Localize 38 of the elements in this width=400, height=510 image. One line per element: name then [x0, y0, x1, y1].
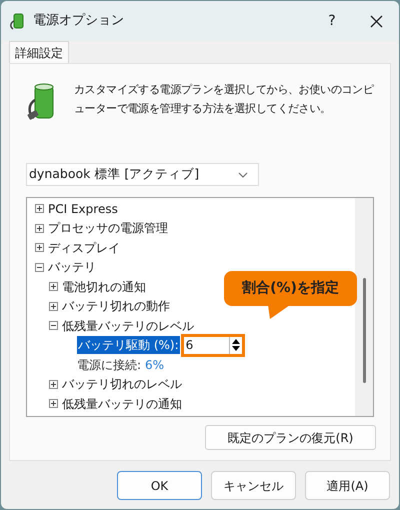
help-button[interactable]: ? [310, 10, 354, 32]
tree-item[interactable]: ディスプレイ [48, 238, 120, 257]
restore-defaults-button[interactable]: 既定のプランの復元(R) [205, 425, 376, 450]
tree-item[interactable]: バッテリ切れの動作 [62, 297, 170, 316]
collapse-icon[interactable] [49, 321, 58, 330]
expand-icon[interactable] [35, 204, 44, 214]
spin-down-icon[interactable] [232, 346, 240, 352]
expand-icon[interactable] [35, 243, 44, 252]
expand-icon[interactable] [49, 302, 58, 311]
tree-item[interactable]: バッテリ [48, 258, 96, 276]
tab[interactable]: 詳細設定 [9, 41, 69, 63]
dialog-button[interactable]: OK [117, 471, 202, 500]
plan-dropdown[interactable]: dynabook 標準 [アクティブ] [26, 163, 259, 186]
scrollbar[interactable] [355, 198, 373, 416]
spin-up-icon[interactable] [232, 339, 240, 344]
setting-label: 電源に接続: [77, 356, 142, 374]
expand-icon[interactable] [49, 380, 58, 389]
dialog-button[interactable]: 適用(A) [305, 471, 390, 500]
expand-icon[interactable] [49, 399, 58, 408]
collapse-icon[interactable] [35, 262, 44, 272]
tree-item[interactable]: 低残量バッテリの通知 [62, 394, 182, 413]
dialog-button[interactable]: キャンセル [211, 471, 296, 500]
scrollbar-thumb[interactable] [362, 278, 366, 383]
close-icon[interactable] [370, 14, 383, 28]
window-title: 電源オプション [33, 12, 124, 30]
callout-tail [268, 305, 290, 319]
expand-icon[interactable] [35, 224, 44, 233]
setting-label[interactable]: バッテリ駆動 (%): [77, 336, 180, 354]
spin-field[interactable]: 6 [180, 334, 245, 357]
tree-item[interactable]: プロセッサの電源管理 [48, 219, 168, 238]
tree-item[interactable]: PCI Express [48, 200, 118, 218]
tree-item[interactable]: 電池切れの通知 [62, 278, 146, 296]
description-text: カスタマイズする電源プランを選択してから、お使いのコンピューターで電源を管理する方法を選択してください。 [74, 82, 374, 117]
expand-icon[interactable] [49, 282, 58, 292]
setting-value[interactable]: 6% [145, 356, 164, 374]
chevron-down-icon [238, 172, 248, 178]
tree-item[interactable]: バッテリ切れのレベル [62, 375, 182, 394]
tree-item[interactable]: 低残量バッテリのレベル [62, 316, 194, 335]
